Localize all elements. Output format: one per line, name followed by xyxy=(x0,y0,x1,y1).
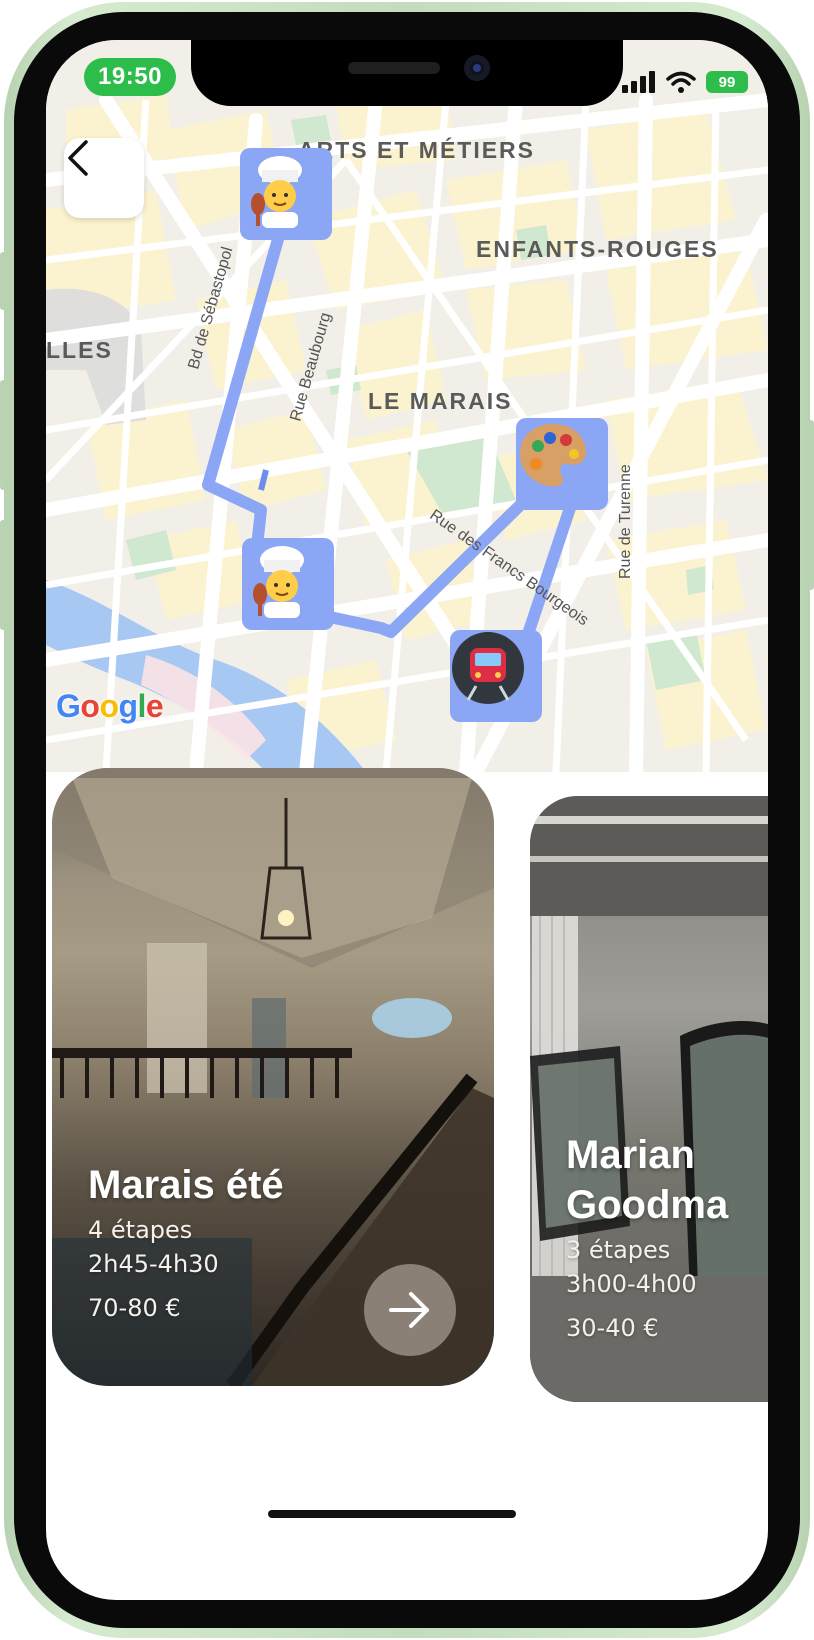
district-label: ARTS ET MÉTIERS xyxy=(298,137,536,163)
district-label: LLES xyxy=(46,337,113,363)
mute-switch xyxy=(0,252,6,310)
map-marker-museum[interactable] xyxy=(516,418,608,510)
tour-title: Marian Goodma xyxy=(566,1133,729,1227)
map-marker-station[interactable] xyxy=(450,630,542,722)
signal-icon xyxy=(622,71,655,93)
back-button[interactable] xyxy=(64,138,144,218)
route-map[interactable]: ARTS ET MÉTIERS ENFANTS-ROUGES LLES LE M… xyxy=(46,40,768,772)
chevron-left-icon xyxy=(68,140,88,176)
tour-steps: 3 étapes xyxy=(566,1236,671,1264)
chef-icon xyxy=(253,546,304,618)
palette-icon xyxy=(520,424,586,487)
district-label: LE MARAIS xyxy=(368,388,513,414)
wifi-icon xyxy=(666,71,696,93)
tour-duration: 2h45-4h30 xyxy=(88,1250,219,1278)
tour-price: 70-80 € xyxy=(88,1294,181,1322)
tour-duration: 3h00-4h00 xyxy=(566,1270,697,1298)
arrow-right-icon xyxy=(389,1292,429,1328)
home-indicator[interactable] xyxy=(268,1510,516,1518)
front-camera xyxy=(464,55,490,81)
tour-card[interactable]: Marais été 4 étapes 2h45-4h30 70-80 € xyxy=(52,768,494,1386)
district-label: ENFANTS-ROUGES xyxy=(476,236,719,262)
tour-title: Marais été xyxy=(88,1163,284,1207)
speaker xyxy=(348,62,440,74)
metro-icon xyxy=(452,632,524,704)
volume-down-button xyxy=(0,520,6,630)
google-logo: Google xyxy=(56,688,164,724)
status-time: 19:50 xyxy=(84,58,176,96)
chef-icon xyxy=(251,156,302,228)
open-tour-button[interactable] xyxy=(364,1264,456,1356)
tour-card-photo xyxy=(530,796,768,1402)
status-icons: 99 xyxy=(622,70,748,94)
tour-card[interactable]: Marian Goodma 3 étapes 3h00-4h00 30-40 € xyxy=(530,796,768,1402)
street-label: Rue de Turenne xyxy=(617,464,634,579)
map-marker-restaurant[interactable] xyxy=(242,538,334,630)
battery-level: 99 xyxy=(718,73,736,91)
tour-price: 30-40 € xyxy=(566,1314,659,1342)
battery-icon: 99 xyxy=(706,71,748,93)
volume-up-button xyxy=(0,380,6,490)
screen: ARTS ET MÉTIERS ENFANTS-ROUGES LLES LE M… xyxy=(46,40,768,1600)
map-marker-restaurant[interactable] xyxy=(240,148,332,240)
power-button xyxy=(808,420,814,590)
tour-steps: 4 étapes xyxy=(88,1216,193,1244)
notch xyxy=(191,40,623,106)
